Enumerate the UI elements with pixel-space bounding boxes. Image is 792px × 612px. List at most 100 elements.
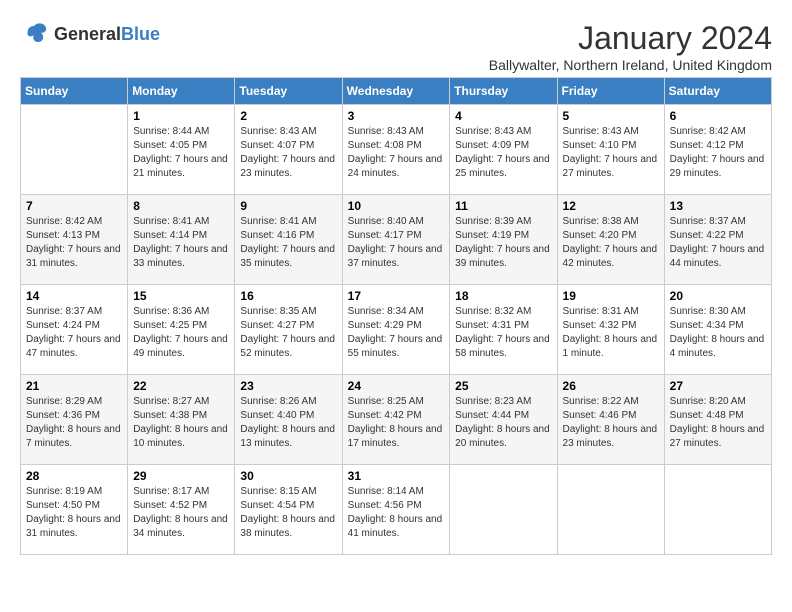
daylight-text: Daylight: 7 hours and 44 minutes.: [670, 243, 766, 271]
calendar: Sunday Monday Tuesday Wednesday Thursday…: [20, 77, 772, 555]
day-detail: Sunrise: 8:26 AM Sunset: 4:40 PM Dayligh…: [240, 395, 336, 451]
sunrise-text: Sunrise: 8:40 AM: [348, 215, 445, 229]
day-detail: Sunrise: 8:15 AM Sunset: 4:54 PM Dayligh…: [240, 485, 336, 541]
day-number: 7: [26, 199, 122, 213]
day-number: 4: [455, 109, 551, 123]
sunrise-text: Sunrise: 8:43 AM: [563, 125, 659, 139]
day-number: 29: [133, 469, 229, 483]
daylight-text: Daylight: 8 hours and 27 minutes.: [670, 423, 766, 451]
day-number: 14: [26, 289, 122, 303]
daylight-text: Daylight: 8 hours and 17 minutes.: [348, 423, 445, 451]
daylight-text: Daylight: 8 hours and 13 minutes.: [240, 423, 336, 451]
sunrise-text: Sunrise: 8:37 AM: [26, 305, 122, 319]
logo-icon: [20, 20, 50, 50]
day-detail: Sunrise: 8:44 AM Sunset: 4:05 PM Dayligh…: [133, 125, 229, 181]
calendar-cell: 29 Sunrise: 8:17 AM Sunset: 4:52 PM Dayl…: [128, 465, 235, 555]
sunrise-text: Sunrise: 8:35 AM: [240, 305, 336, 319]
day-detail: Sunrise: 8:35 AM Sunset: 4:27 PM Dayligh…: [240, 305, 336, 361]
sunset-text: Sunset: 4:14 PM: [133, 229, 229, 243]
day-detail: Sunrise: 8:27 AM Sunset: 4:38 PM Dayligh…: [133, 395, 229, 451]
day-detail: Sunrise: 8:36 AM Sunset: 4:25 PM Dayligh…: [133, 305, 229, 361]
title-area: January 2024 Ballywalter, Northern Irela…: [489, 20, 772, 73]
sunrise-text: Sunrise: 8:43 AM: [348, 125, 445, 139]
day-detail: Sunrise: 8:31 AM Sunset: 4:32 PM Dayligh…: [563, 305, 659, 361]
daylight-text: Daylight: 8 hours and 7 minutes.: [26, 423, 122, 451]
sunset-text: Sunset: 4:05 PM: [133, 139, 229, 153]
day-number: 18: [455, 289, 551, 303]
daylight-text: Daylight: 7 hours and 42 minutes.: [563, 243, 659, 271]
header-monday: Monday: [128, 78, 235, 105]
calendar-cell: 14 Sunrise: 8:37 AM Sunset: 4:24 PM Dayl…: [21, 285, 128, 375]
sunset-text: Sunset: 4:07 PM: [240, 139, 336, 153]
sunset-text: Sunset: 4:10 PM: [563, 139, 659, 153]
day-number: 1: [133, 109, 229, 123]
daylight-text: Daylight: 7 hours and 21 minutes.: [133, 153, 229, 181]
sunset-text: Sunset: 4:52 PM: [133, 499, 229, 513]
sunset-text: Sunset: 4:12 PM: [670, 139, 766, 153]
day-number: 21: [26, 379, 122, 393]
sunset-text: Sunset: 4:48 PM: [670, 409, 766, 423]
sunset-text: Sunset: 4:50 PM: [26, 499, 122, 513]
header-sunday: Sunday: [21, 78, 128, 105]
calendar-cell: 2 Sunrise: 8:43 AM Sunset: 4:07 PM Dayli…: [235, 105, 342, 195]
sunrise-text: Sunrise: 8:15 AM: [240, 485, 336, 499]
calendar-cell: 5 Sunrise: 8:43 AM Sunset: 4:10 PM Dayli…: [557, 105, 664, 195]
calendar-cell: 3 Sunrise: 8:43 AM Sunset: 4:08 PM Dayli…: [342, 105, 450, 195]
daylight-text: Daylight: 7 hours and 29 minutes.: [670, 153, 766, 181]
sunset-text: Sunset: 4:25 PM: [133, 319, 229, 333]
sunrise-text: Sunrise: 8:23 AM: [455, 395, 551, 409]
daylight-text: Daylight: 7 hours and 27 minutes.: [563, 153, 659, 181]
day-number: 24: [348, 379, 445, 393]
daylight-text: Daylight: 8 hours and 23 minutes.: [563, 423, 659, 451]
sunset-text: Sunset: 4:22 PM: [670, 229, 766, 243]
day-number: 19: [563, 289, 659, 303]
day-detail: Sunrise: 8:29 AM Sunset: 4:36 PM Dayligh…: [26, 395, 122, 451]
calendar-cell: 8 Sunrise: 8:41 AM Sunset: 4:14 PM Dayli…: [128, 195, 235, 285]
daylight-text: Daylight: 8 hours and 34 minutes.: [133, 513, 229, 541]
day-detail: Sunrise: 8:20 AM Sunset: 4:48 PM Dayligh…: [670, 395, 766, 451]
sunrise-text: Sunrise: 8:22 AM: [563, 395, 659, 409]
logo: General Blue: [20, 20, 160, 50]
calendar-cell: 6 Sunrise: 8:42 AM Sunset: 4:12 PM Dayli…: [664, 105, 771, 195]
sunset-text: Sunset: 4:20 PM: [563, 229, 659, 243]
sunset-text: Sunset: 4:19 PM: [455, 229, 551, 243]
calendar-week-row: 21 Sunrise: 8:29 AM Sunset: 4:36 PM Dayl…: [21, 375, 772, 465]
day-number: 20: [670, 289, 766, 303]
sunset-text: Sunset: 4:13 PM: [26, 229, 122, 243]
sunrise-text: Sunrise: 8:30 AM: [670, 305, 766, 319]
sunset-text: Sunset: 4:54 PM: [240, 499, 336, 513]
daylight-text: Daylight: 7 hours and 39 minutes.: [455, 243, 551, 271]
sunset-text: Sunset: 4:32 PM: [563, 319, 659, 333]
day-number: 16: [240, 289, 336, 303]
daylight-text: Daylight: 7 hours and 24 minutes.: [348, 153, 445, 181]
calendar-cell: 18 Sunrise: 8:32 AM Sunset: 4:31 PM Dayl…: [450, 285, 557, 375]
sunrise-text: Sunrise: 8:41 AM: [133, 215, 229, 229]
calendar-cell: [664, 465, 771, 555]
calendar-cell: 10 Sunrise: 8:40 AM Sunset: 4:17 PM Dayl…: [342, 195, 450, 285]
calendar-week-row: 28 Sunrise: 8:19 AM Sunset: 4:50 PM Dayl…: [21, 465, 772, 555]
daylight-text: Daylight: 7 hours and 58 minutes.: [455, 333, 551, 361]
day-detail: Sunrise: 8:43 AM Sunset: 4:07 PM Dayligh…: [240, 125, 336, 181]
daylight-text: Daylight: 7 hours and 31 minutes.: [26, 243, 122, 271]
daylight-text: Daylight: 7 hours and 33 minutes.: [133, 243, 229, 271]
header-saturday: Saturday: [664, 78, 771, 105]
calendar-cell: 20 Sunrise: 8:30 AM Sunset: 4:34 PM Dayl…: [664, 285, 771, 375]
day-detail: Sunrise: 8:17 AM Sunset: 4:52 PM Dayligh…: [133, 485, 229, 541]
day-detail: Sunrise: 8:37 AM Sunset: 4:22 PM Dayligh…: [670, 215, 766, 271]
sunset-text: Sunset: 4:44 PM: [455, 409, 551, 423]
day-number: 25: [455, 379, 551, 393]
day-detail: Sunrise: 8:41 AM Sunset: 4:16 PM Dayligh…: [240, 215, 336, 271]
day-detail: Sunrise: 8:42 AM Sunset: 4:13 PM Dayligh…: [26, 215, 122, 271]
logo-general: General: [54, 25, 121, 45]
main-title: January 2024: [489, 20, 772, 57]
daylight-text: Daylight: 8 hours and 1 minute.: [563, 333, 659, 361]
day-detail: Sunrise: 8:23 AM Sunset: 4:44 PM Dayligh…: [455, 395, 551, 451]
sunrise-text: Sunrise: 8:42 AM: [26, 215, 122, 229]
day-number: 11: [455, 199, 551, 213]
day-detail: Sunrise: 8:43 AM Sunset: 4:10 PM Dayligh…: [563, 125, 659, 181]
day-detail: Sunrise: 8:40 AM Sunset: 4:17 PM Dayligh…: [348, 215, 445, 271]
calendar-cell: 22 Sunrise: 8:27 AM Sunset: 4:38 PM Dayl…: [128, 375, 235, 465]
day-detail: Sunrise: 8:30 AM Sunset: 4:34 PM Dayligh…: [670, 305, 766, 361]
sunrise-text: Sunrise: 8:29 AM: [26, 395, 122, 409]
sunset-text: Sunset: 4:08 PM: [348, 139, 445, 153]
